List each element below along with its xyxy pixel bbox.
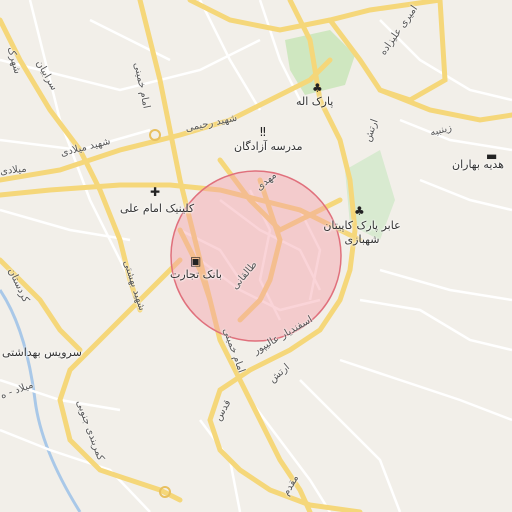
tree-icon[interactable]: ♣ (312, 82, 323, 94)
poi-label-servis-behdashti: سرویس بهداشتی (2, 346, 82, 359)
school-icon[interactable]: ‼ (260, 126, 266, 138)
poi-label-abar-park: عابر پارک کاپیتان شهبازی (323, 219, 401, 246)
bank-icon[interactable]: ▣ (190, 255, 201, 267)
poi-label-bank-tejarat: بانک تجارت (170, 268, 222, 281)
poi-label-park-elahe: پارک اله (296, 95, 334, 108)
roundabout (149, 129, 161, 141)
poi-label-clinic-imam-ali: کلینیک امام علی (120, 202, 195, 215)
cross-icon[interactable]: ✚ (150, 186, 160, 198)
tree-icon[interactable]: ♣ (354, 205, 365, 217)
poi-label-hadiye-bahran: هدیه بهاران (452, 158, 504, 171)
poi-label-madrese-azadegan: مدرسه آزادگان (234, 140, 303, 153)
map-canvas[interactable]: ♣ پارک اله ‼ مدرسه آزادگان ✚ کلینیک امام… (0, 0, 512, 512)
map-layer (0, 0, 512, 512)
